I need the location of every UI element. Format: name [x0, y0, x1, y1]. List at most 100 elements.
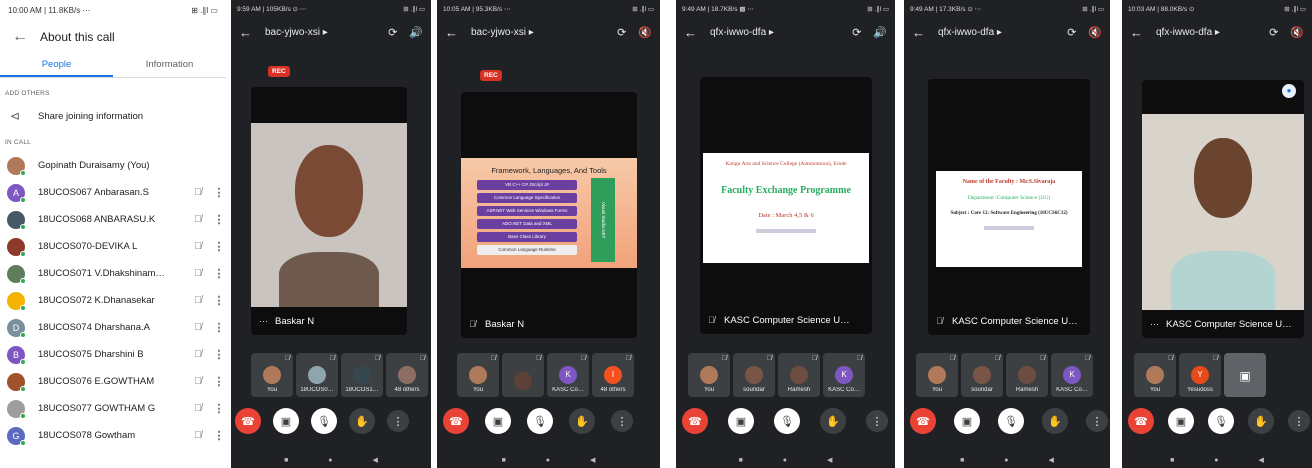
more-options-button[interactable]: ⋮: [387, 410, 409, 432]
more-options-button[interactable]: ⋮: [611, 410, 633, 432]
main-video-tile[interactable]: ⋯ Baskar N: [251, 87, 407, 335]
participant-row[interactable]: 18UCOS076 E.GOWTHAM 🎙̸ ⋮: [0, 368, 226, 395]
pin-icon[interactable]: ●: [1282, 84, 1296, 98]
mic-off-button[interactable]: 🎙: [774, 408, 800, 434]
home-icon[interactable]: ●: [1214, 457, 1218, 464]
back-nav-icon[interactable]: ◀: [590, 456, 595, 464]
participant-thumbnail[interactable]: 🎙̸ You: [457, 353, 499, 397]
more-options-icon[interactable]: ⋮: [212, 429, 226, 442]
speaker-icon[interactable]: 🔇: [1290, 26, 1304, 39]
participant-row[interactable]: A 18UCOS067 Anbarasan.S 🎙̸ ⋮: [0, 179, 226, 206]
more-options-icon[interactable]: ⋮: [212, 375, 226, 388]
participant-row[interactable]: B 18UCOS075 Dharshini B 🎙̸ ⋮: [0, 341, 226, 368]
participant-thumbnail[interactable]: 🎙̸ You: [688, 353, 730, 397]
participant-thumbnail[interactable]: 🎙̸ K KASC Co…: [823, 353, 865, 397]
speaker-icon[interactable]: 🔊: [873, 26, 887, 39]
recent-apps-icon[interactable]: ■: [739, 457, 743, 464]
main-video-tile[interactable]: Framework, Languages, And Tools VB C++ C#…: [461, 92, 637, 338]
camera-off-button[interactable]: ▣: [273, 408, 299, 434]
more-options-button[interactable]: ⋮: [1288, 410, 1310, 432]
mic-off-button[interactable]: 🎙: [311, 408, 337, 434]
presenting-thumbnail[interactable]: ▣: [1224, 353, 1266, 397]
camera-off-button[interactable]: ▣: [728, 408, 754, 434]
back-arrow-icon[interactable]: ←: [445, 25, 471, 40]
home-icon[interactable]: ●: [1004, 457, 1008, 464]
participant-thumbnail[interactable]: 🎙̸ Ramesh: [1006, 353, 1048, 397]
meeting-code[interactable]: bac-yjwo-xsi ▸: [265, 27, 376, 38]
participant-row[interactable]: Gopinath Duraisamy (You): [0, 152, 226, 179]
end-call-button[interactable]: ☎: [1128, 408, 1154, 434]
raise-hand-button[interactable]: ✋: [820, 408, 846, 434]
back-nav-icon[interactable]: ◀: [1259, 456, 1264, 464]
main-video-tile[interactable]: ● ⋯ KASC Computer Science U…: [1142, 80, 1304, 338]
home-icon[interactable]: ●: [328, 457, 332, 464]
switch-camera-icon[interactable]: ⟳: [852, 26, 861, 39]
back-nav-icon[interactable]: ◀: [373, 456, 378, 464]
camera-off-button[interactable]: ▣: [954, 408, 980, 434]
mic-off-button[interactable]: 🎙: [1208, 408, 1234, 434]
participant-thumbnail[interactable]: 🎙̸ Ramesh: [778, 353, 820, 397]
back-arrow-icon[interactable]: ←: [12, 28, 40, 46]
participant-row[interactable]: 18UCOS071 V.Dhakshinam… 🎙̸ ⋮: [0, 260, 226, 287]
back-nav-icon[interactable]: ◀: [1049, 456, 1054, 464]
mic-off-button[interactable]: 🎙: [527, 408, 553, 434]
meeting-code[interactable]: bac-yjwo-xsi ▸: [471, 27, 605, 38]
recent-apps-icon[interactable]: ■: [960, 457, 964, 464]
switch-camera-icon[interactable]: ⟳: [388, 26, 397, 39]
speaker-icon[interactable]: 🔊: [409, 26, 423, 39]
participant-row[interactable]: D 18UCOS074 Dharshana.A 🎙̸ ⋮: [0, 314, 226, 341]
raise-hand-button[interactable]: ✋: [569, 408, 595, 434]
more-options-icon[interactable]: ⋮: [212, 213, 226, 226]
raise-hand-button[interactable]: ✋: [349, 408, 375, 434]
participant-row[interactable]: G 18UCOS078 Gowtham 🎙̸ ⋮: [0, 422, 226, 449]
meeting-code[interactable]: qfx-iwwo-dfa ▸: [1156, 27, 1257, 38]
switch-camera-icon[interactable]: ⟳: [1067, 26, 1076, 39]
back-arrow-icon[interactable]: ←: [684, 25, 710, 40]
participant-thumbnail[interactable]: 🎙̸ You: [251, 353, 293, 397]
home-icon[interactable]: ●: [546, 457, 550, 464]
mic-off-button[interactable]: 🎙: [998, 408, 1024, 434]
back-arrow-icon[interactable]: ←: [1130, 25, 1156, 40]
participant-row[interactable]: 18UCOS077 GOWTHAM G 🎙̸ ⋮: [0, 395, 226, 422]
more-options-icon[interactable]: ⋮: [212, 267, 226, 280]
participant-row[interactable]: 18UCOS070-DEVIKA L 🎙̸ ⋮: [0, 233, 226, 260]
end-call-button[interactable]: ☎: [235, 408, 261, 434]
back-arrow-icon[interactable]: ←: [239, 25, 265, 40]
more-options-icon[interactable]: ⋮: [212, 294, 226, 307]
participant-row[interactable]: 18UCOS072 K.Dhanasekar 🎙̸ ⋮: [0, 287, 226, 314]
participant-thumbnail[interactable]: 🎙̸: [502, 353, 544, 397]
recent-apps-icon[interactable]: ■: [1170, 457, 1174, 464]
more-options-icon[interactable]: ⋮: [212, 402, 226, 415]
participant-thumbnail[interactable]: 🎙̸ K KASC Co…: [547, 353, 589, 397]
participant-thumbnail[interactable]: 🎙̸ 18UCOS0…: [296, 353, 338, 397]
more-options-icon[interactable]: ⋮: [212, 186, 226, 199]
participant-row[interactable]: 18UCOS068 ANBARASU.K 🎙̸ ⋮: [0, 206, 226, 233]
share-joining-info-row[interactable]: ⊲ Share joining information: [0, 97, 226, 135]
meeting-code[interactable]: qfx-iwwo-dfa ▸: [710, 27, 840, 38]
more-options-icon[interactable]: ⋮: [212, 321, 226, 334]
meeting-code[interactable]: qfx-iwwo-dfa ▸: [938, 27, 1055, 38]
participant-thumbnail[interactable]: 🎙̸ I 48 others: [592, 353, 634, 397]
back-arrow-icon[interactable]: ←: [912, 25, 938, 40]
speaker-icon[interactable]: 🔇: [638, 26, 652, 39]
participant-thumbnail[interactable]: 🎙̸ You: [1134, 353, 1176, 397]
end-call-button[interactable]: ☎: [682, 408, 708, 434]
switch-camera-icon[interactable]: ⟳: [617, 26, 626, 39]
raise-hand-button[interactable]: ✋: [1042, 408, 1068, 434]
raise-hand-button[interactable]: ✋: [1248, 408, 1274, 434]
participant-thumbnail[interactable]: 🎙̸ 48 others: [386, 353, 428, 397]
more-options-button[interactable]: ⋮: [866, 410, 888, 432]
more-options-icon[interactable]: ⋮: [212, 240, 226, 253]
switch-camera-icon[interactable]: ⟳: [1269, 26, 1278, 39]
home-icon[interactable]: ●: [783, 457, 787, 464]
recent-apps-icon[interactable]: ■: [502, 457, 506, 464]
more-options-icon[interactable]: ⋮: [212, 348, 226, 361]
end-call-button[interactable]: ☎: [910, 408, 936, 434]
more-options-button[interactable]: ⋮: [1086, 410, 1108, 432]
tab-people[interactable]: People: [0, 52, 113, 77]
camera-off-button[interactable]: ▣: [485, 408, 511, 434]
tab-information[interactable]: Information: [113, 52, 226, 77]
participant-thumbnail[interactable]: 🎙̸ K KASC Co…: [1051, 353, 1093, 397]
participant-thumbnail[interactable]: 🎙̸ You: [916, 353, 958, 397]
end-call-button[interactable]: ☎: [443, 408, 469, 434]
